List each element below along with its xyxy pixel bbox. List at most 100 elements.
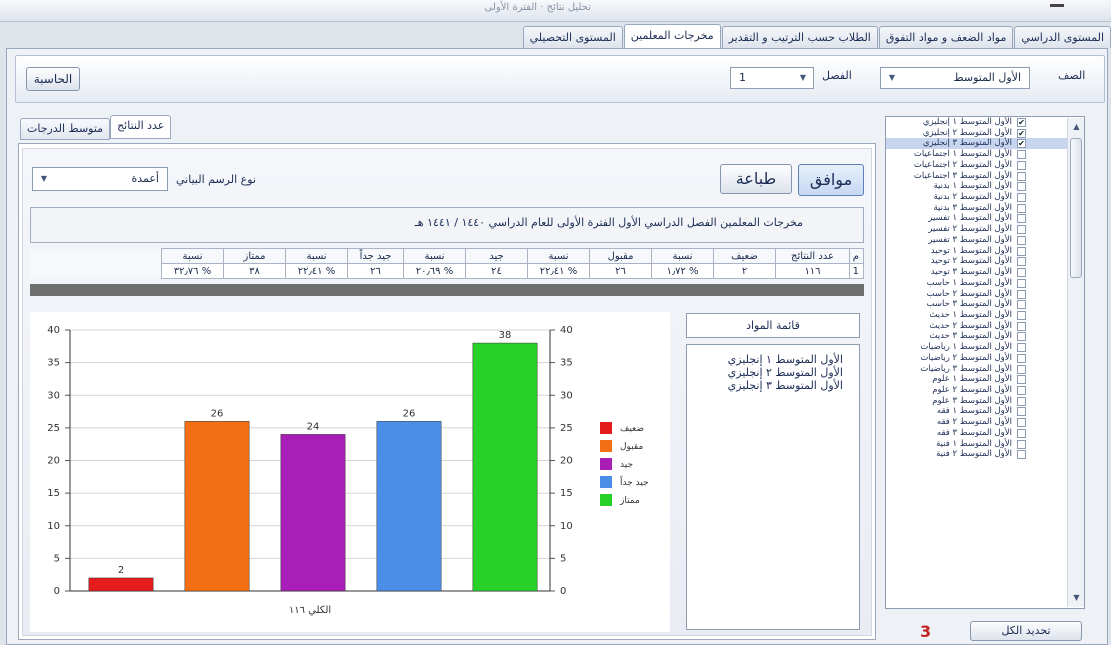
chart-data-label: 2: [118, 565, 124, 576]
checkbox-icon[interactable]: [1017, 257, 1026, 267]
subjects-list[interactable]: الأول المتوسط ١ إنجليزي الأول المتوسط ٢ …: [686, 344, 860, 630]
checkbox-icon[interactable]: [1017, 171, 1026, 181]
class-checklist-item[interactable]: الأول المتوسط ٢ فقه: [886, 417, 1084, 428]
tab-weak-strong-subjects[interactable]: مواد الضعف و مواد التفوق: [878, 26, 1014, 48]
checkbox-icon[interactable]: [1017, 182, 1026, 192]
section-select[interactable]: 1 ▼: [730, 67, 814, 89]
class-checklist-item[interactable]: الأول المتوسط ١ علوم: [886, 374, 1084, 385]
class-checklist-item[interactable]: الأول المتوسط ٣ حديث: [886, 331, 1084, 342]
tab-achievement-level[interactable]: المستوى التحصيلي: [522, 26, 623, 48]
class-checklist-item[interactable]: الأول المتوسط ١ رياضيات: [886, 342, 1084, 353]
checkbox-icon[interactable]: [1017, 203, 1026, 213]
stats-cell: % ٢٢٫٤١: [285, 263, 348, 279]
class-checklist-item[interactable]: الأول المتوسط ٣ بدنية: [886, 203, 1084, 214]
class-checklist-item[interactable]: الأول المتوسط ٣ رياضيات: [886, 364, 1084, 375]
subject-item[interactable]: الأول المتوسط ٢ إنجليزي: [687, 366, 859, 379]
checkbox-checked-icon[interactable]: ✔: [1017, 118, 1026, 127]
checkbox-icon[interactable]: [1017, 289, 1026, 299]
class-checklist-item[interactable]: الأول المتوسط ١ توحيد: [886, 246, 1084, 257]
class-checklist-item[interactable]: الأول المتوسط ٢ رياضيات: [886, 353, 1084, 364]
class-checklist-item[interactable]: الأول المتوسط ٢ اجتماعيات: [886, 160, 1084, 171]
checkbox-icon[interactable]: [1017, 364, 1026, 374]
print-button[interactable]: طباعة: [720, 164, 792, 194]
class-checklist-item[interactable]: الأول المتوسط ٣ تفسير: [886, 235, 1084, 246]
scroll-up-icon[interactable]: ▲: [1068, 120, 1085, 134]
checkbox-icon[interactable]: [1017, 385, 1026, 395]
class-checklist-item[interactable]: الأول المتوسط ١ فنية: [886, 439, 1084, 450]
checkbox-icon[interactable]: [1017, 193, 1026, 203]
y-tick-label-left: 15: [47, 488, 60, 499]
checkbox-icon[interactable]: [1017, 225, 1026, 235]
subject-item[interactable]: الأول المتوسط ٣ إنجليزي: [687, 379, 859, 392]
checkbox-icon[interactable]: [1017, 150, 1026, 160]
checkbox-icon[interactable]: [1017, 439, 1026, 449]
legend-swatch: [600, 476, 612, 488]
legend-swatch: [600, 494, 612, 506]
class-checklist-item[interactable]: الأول المتوسط ١ تفسير: [886, 213, 1084, 224]
class-checklist-item[interactable]: الأول المتوسط ١ فقه: [886, 406, 1084, 417]
checkbox-icon[interactable]: [1017, 343, 1026, 353]
class-checklist-item[interactable]: الأول المتوسط ١ بدنية: [886, 181, 1084, 192]
checkbox-icon[interactable]: [1017, 332, 1026, 342]
checkbox-icon[interactable]: [1017, 450, 1026, 460]
chart-bar: [184, 421, 250, 592]
class-checklist-label: الأول المتوسط ١ فنية: [936, 438, 1012, 449]
tab-academic-level[interactable]: المستوى الدراسي: [1014, 26, 1111, 48]
checkbox-checked-icon[interactable]: ✔: [1017, 139, 1026, 149]
tab-average-grades[interactable]: متوسط الدرجات: [20, 118, 111, 140]
scroll-down-icon[interactable]: ▼: [1068, 591, 1085, 605]
class-checklist-item[interactable]: الأول المتوسط ١ اجتماعيات: [886, 149, 1084, 160]
class-subject-checklist[interactable]: ✔ الأول المتوسط ١ إنجليزي ✔ الأول المتوسط ٢…: [885, 116, 1085, 609]
minimize-icon[interactable]: [1050, 4, 1064, 7]
class-checklist-item[interactable]: الأول المتوسط ١ حاسب: [886, 278, 1084, 289]
checkbox-icon[interactable]: [1017, 375, 1026, 385]
class-checklist-item[interactable]: الأول المتوسط ٢ حديث: [886, 321, 1084, 332]
class-checklist-item[interactable]: الأول المتوسط ٣ فقه: [886, 428, 1084, 439]
chart-data-label: 38: [499, 330, 512, 341]
stats-header-cell: ممتاز: [223, 248, 286, 264]
ok-button[interactable]: موافق: [798, 164, 864, 196]
checkbox-icon[interactable]: [1017, 321, 1026, 331]
class-checklist-item[interactable]: الأول المتوسط ٣ توحيد: [886, 267, 1084, 278]
tab-students-ranking[interactable]: الطلاب حسب الترتيب و التقدير: [721, 26, 878, 48]
checkbox-icon[interactable]: [1017, 310, 1026, 320]
checkbox-icon[interactable]: [1017, 407, 1026, 417]
tab-results-count[interactable]: عدد النتائج: [110, 115, 172, 139]
checklist-scrollbar[interactable]: ▲ ▼: [1067, 118, 1084, 607]
legend-swatch: [600, 440, 612, 452]
checkbox-icon[interactable]: [1017, 246, 1026, 256]
subject-item[interactable]: الأول المتوسط ١ إنجليزي: [687, 353, 859, 366]
chart-type-select[interactable]: أعمدة ▼: [32, 167, 168, 191]
tab-teacher-outputs[interactable]: مخرجات المعلمين: [623, 24, 721, 48]
class-checklist-item[interactable]: الأول المتوسط ٢ تفسير: [886, 224, 1084, 235]
checkbox-icon[interactable]: [1017, 160, 1026, 170]
checkbox-icon[interactable]: [1017, 300, 1026, 310]
class-checklist-item[interactable]: ✔ الأول المتوسط ٣ إنجليزي: [886, 138, 1084, 150]
checkbox-icon[interactable]: [1017, 396, 1026, 406]
calculator-button[interactable]: الحاسبة: [26, 67, 80, 91]
class-checklist-item[interactable]: الأول المتوسط ٢ حاسب: [886, 289, 1084, 300]
checkbox-checked-icon[interactable]: ✔: [1017, 128, 1026, 138]
class-checklist-item[interactable]: ✔ الأول المتوسط ٢ إنجليزي: [886, 128, 1084, 139]
checkbox-icon[interactable]: [1017, 278, 1026, 288]
class-checklist-label: الأول المتوسط ١ اجتماعيات: [913, 149, 1012, 160]
checkbox-icon[interactable]: [1017, 353, 1026, 363]
class-checklist-item[interactable]: الأول المتوسط ٢ علوم: [886, 385, 1084, 396]
class-checklist-item[interactable]: الأول المتوسط ٣ علوم: [886, 396, 1084, 407]
checkbox-icon[interactable]: [1017, 214, 1026, 224]
checkbox-icon[interactable]: [1017, 428, 1026, 438]
scroll-thumb[interactable]: [1070, 138, 1082, 278]
select-all-button[interactable]: تحديد الكل: [970, 621, 1082, 641]
checkbox-icon[interactable]: [1017, 268, 1026, 278]
class-checklist-item[interactable]: الأول المتوسط ٢ بدنية: [886, 192, 1084, 203]
class-checklist-item[interactable]: الأول المتوسط ٢ فنية: [886, 449, 1084, 460]
class-checklist-item[interactable]: الأول المتوسط ١ حديث: [886, 310, 1084, 321]
class-checklist-item[interactable]: الأول المتوسط ٣ اجتماعيات: [886, 171, 1084, 182]
checkbox-icon[interactable]: [1017, 418, 1026, 428]
class-checklist-item[interactable]: الأول المتوسط ٢ توحيد: [886, 256, 1084, 267]
checkbox-icon[interactable]: [1017, 235, 1026, 245]
class-checklist-item[interactable]: الأول المتوسط ٣ حاسب: [886, 299, 1084, 310]
class-select[interactable]: الأول المتوسط ▼: [880, 67, 1030, 89]
y-tick-label-left: 25: [47, 423, 60, 434]
class-checklist-item[interactable]: ✔ الأول المتوسط ١ إنجليزي: [886, 117, 1084, 128]
